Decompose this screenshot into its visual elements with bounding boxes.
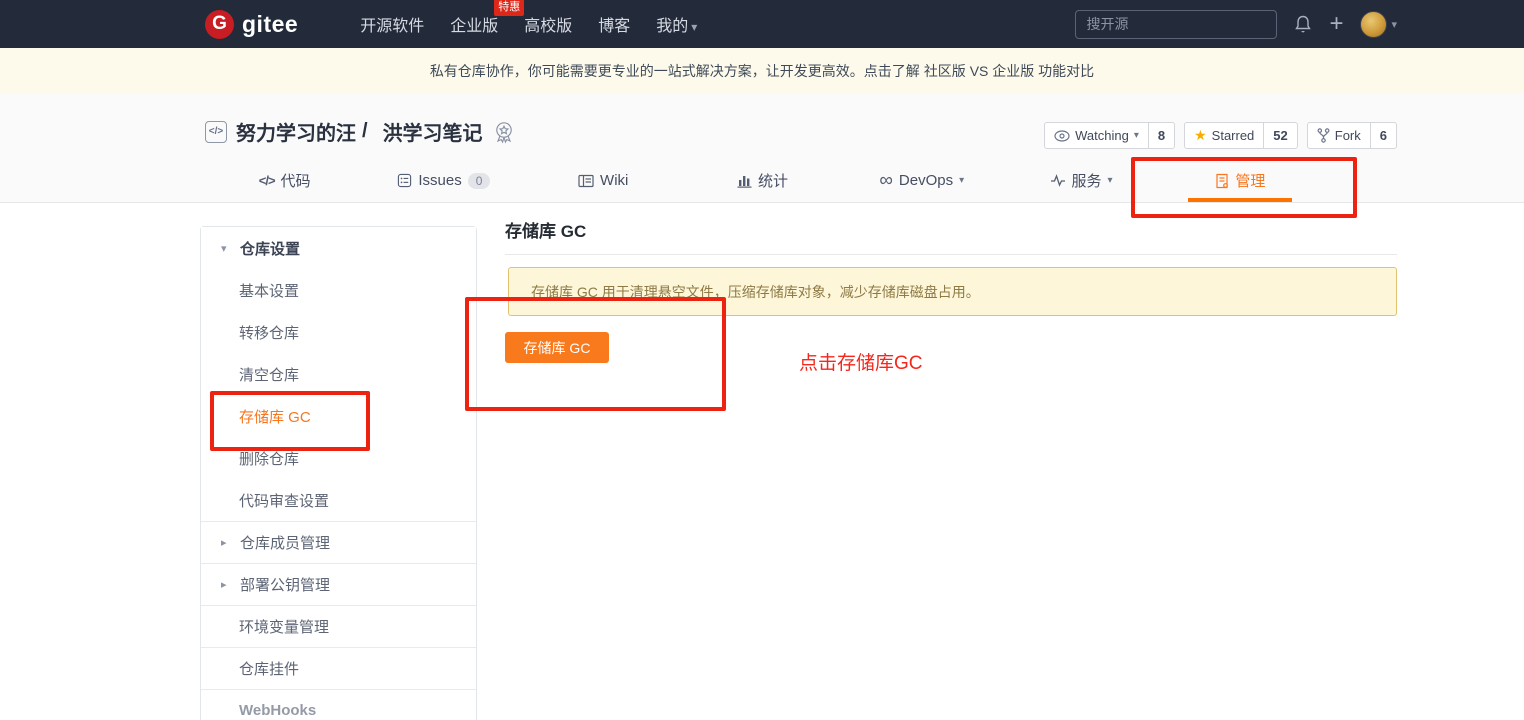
promo-badge: 特惠 xyxy=(494,0,524,16)
content-area: ▾ 仓库设置 基本设置 转移仓库 清空仓库 存储库 GC 删除仓库 代码审查设置 xyxy=(0,203,1524,720)
watching-button[interactable]: Watching ▾ 8 xyxy=(1044,122,1175,149)
tab-manage[interactable]: 管理 xyxy=(1161,159,1320,202)
chevron-right-icon: ▸ xyxy=(221,536,231,549)
page: G gitee 开源软件 企业版 特惠 高校版 博客 我的▾ xyxy=(0,0,1524,720)
starred-count[interactable]: 52 xyxy=(1264,123,1296,148)
issues-icon xyxy=(397,173,412,188)
sidebar-item-webhooks[interactable]: WebHooks xyxy=(201,689,476,720)
promo-banner-link[interactable]: 社区版 VS 企业版 功能对比 xyxy=(924,61,1094,81)
repo-title-row: </> 努力学习的汪 / 洪学习笔记 xyxy=(205,117,515,146)
tab-devops[interactable]: ∞ DevOps ▾ xyxy=(842,159,1001,202)
repo-tabs: </> 代码 Issues 0 xyxy=(205,159,1320,202)
watching-count[interactable]: 8 xyxy=(1149,123,1174,148)
nav-item-blog[interactable]: 博客 xyxy=(598,12,630,36)
chevron-down-icon: ▾ xyxy=(1391,18,1397,31)
tab-stats[interactable]: 统计 xyxy=(683,159,842,202)
title-divider xyxy=(505,254,1397,255)
fork-count[interactable]: 6 xyxy=(1371,123,1396,148)
repo-actions: Watching ▾ 8 ★ Starred 52 Fork xyxy=(1044,122,1397,149)
repo-owner[interactable]: 努力学习的汪 xyxy=(236,117,356,146)
sidebar-item-repo-gc[interactable]: 存储库 GC xyxy=(201,395,476,437)
star-icon: ★ xyxy=(1194,127,1207,144)
manage-doc-icon xyxy=(1215,173,1229,189)
fork-label: Fork xyxy=(1335,128,1361,143)
gc-info-text: 存储库 GC 用于清理悬空文件，压缩存储库对象，减少存储库磁盘占用。 xyxy=(531,282,980,302)
chevron-down-icon: ▾ xyxy=(1134,130,1139,141)
sidebar-item-repo-widgets[interactable]: 仓库挂件 xyxy=(201,647,476,689)
repo-code-icon: </> xyxy=(205,121,227,143)
sidebar-item-clear-repo[interactable]: 清空仓库 xyxy=(201,353,476,395)
sidebar-item-env-vars[interactable]: 环境变量管理 xyxy=(201,605,476,647)
sidebar-item-code-review-settings[interactable]: 代码审查设置 xyxy=(201,479,476,521)
sidebar-item-basic-settings[interactable]: 基本设置 xyxy=(201,269,476,311)
gitee-logo-text: gitee xyxy=(242,11,298,38)
gitee-logo[interactable]: G gitee xyxy=(205,10,298,39)
nav-item-opensource[interactable]: 开源软件 xyxy=(360,12,424,36)
sidebar-item-transfer-repo[interactable]: 转移仓库 xyxy=(201,311,476,353)
repo-medal-icon[interactable] xyxy=(493,120,515,144)
tab-issues[interactable]: Issues 0 xyxy=(364,159,523,202)
wiki-icon xyxy=(578,174,594,188)
issues-count-badge: 0 xyxy=(468,173,491,189)
tab-wiki[interactable]: Wiki xyxy=(524,159,683,202)
sidebar-group-deploy-keys[interactable]: ▸ 部署公钥管理 xyxy=(201,563,476,605)
chevron-right-icon: ▸ xyxy=(221,578,231,591)
notification-bell-icon[interactable] xyxy=(1294,14,1312,34)
infinity-icon: ∞ xyxy=(879,171,893,190)
nav-links: 开源软件 企业版 特惠 高校版 博客 我的▾ xyxy=(360,12,697,36)
starred-label: Starred xyxy=(1212,128,1255,143)
nav-item-mine[interactable]: 我的▾ xyxy=(656,12,697,36)
gc-info-box: 存储库 GC 用于清理悬空文件，压缩存储库对象，减少存储库磁盘占用。 xyxy=(508,267,1397,316)
stats-chart-icon xyxy=(737,174,752,188)
chevron-down-icon: ▾ xyxy=(1108,175,1113,186)
annotation-click-hint: 点击存储库GC xyxy=(799,348,923,375)
watching-label: Watching xyxy=(1075,128,1129,143)
user-menu[interactable]: ▾ xyxy=(1360,11,1397,38)
tab-services[interactable]: 服务 ▾ xyxy=(1001,159,1160,202)
tab-code[interactable]: </> 代码 xyxy=(205,159,364,202)
navbar-right: + ▾ xyxy=(1075,0,1397,48)
sidebar-group-repo-settings[interactable]: ▾ 仓库设置 xyxy=(201,227,476,269)
chevron-down-icon: ▾ xyxy=(691,20,697,34)
avatar xyxy=(1360,11,1387,38)
sidebar-group-members[interactable]: ▸ 仓库成员管理 xyxy=(201,521,476,563)
repo-separator: / xyxy=(362,120,368,143)
fork-icon xyxy=(1317,128,1330,143)
main-panel: 存储库 GC 存储库 GC 用于清理悬空文件，压缩存储库对象，减少存储库磁盘占用… xyxy=(505,217,1397,363)
promo-banner-text: 私有仓库协作，你可能需要更专业的一站式解决方案，让开发更高效。点击了解 xyxy=(430,61,920,81)
fork-button[interactable]: Fork 6 xyxy=(1307,122,1397,149)
code-icon: </> xyxy=(259,173,275,188)
promo-banner: 私有仓库协作，你可能需要更专业的一站式解决方案，让开发更高效。点击了解 社区版 … xyxy=(0,48,1524,94)
eye-icon xyxy=(1054,130,1070,142)
repo-header: </> 努力学习的汪 / 洪学习笔记 Watching xyxy=(0,94,1524,203)
repo-gc-button[interactable]: 存储库 GC xyxy=(505,332,609,363)
starred-button[interactable]: ★ Starred 52 xyxy=(1184,122,1298,149)
pulse-icon xyxy=(1050,174,1066,187)
gitee-logo-icon: G xyxy=(205,10,234,39)
top-navbar: G gitee 开源软件 企业版 特惠 高校版 博客 我的▾ xyxy=(0,0,1524,48)
settings-sidebar: ▾ 仓库设置 基本设置 转移仓库 清空仓库 存储库 GC 删除仓库 代码审查设置 xyxy=(200,226,477,720)
sidebar-item-delete-repo[interactable]: 删除仓库 xyxy=(201,437,476,479)
chevron-down-icon: ▾ xyxy=(221,242,231,255)
nav-item-education[interactable]: 高校版 xyxy=(524,12,572,36)
chevron-down-icon: ▾ xyxy=(959,175,964,186)
search-input[interactable] xyxy=(1075,10,1277,39)
page-title: 存储库 GC xyxy=(505,217,1397,242)
create-new-plus-icon[interactable]: + xyxy=(1329,12,1343,36)
repo-name[interactable]: 洪学习笔记 xyxy=(383,117,483,146)
nav-item-enterprise[interactable]: 企业版 特惠 xyxy=(450,12,498,36)
